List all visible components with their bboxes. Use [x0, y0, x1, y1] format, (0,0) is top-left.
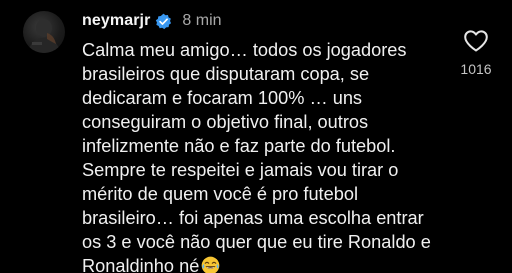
comment-line: conseguiram o objetivo final, outros [82, 112, 369, 132]
comment-text: Calma meu amigo… todos os jogadores bras… [82, 38, 431, 273]
comment: neymarjr 8 min Calma meu amigo… todos os… [0, 0, 512, 273]
comment-line: mérito de quem você é pro futebol [82, 184, 359, 204]
comment-header: neymarjr 8 min [82, 10, 222, 32]
comment-line: infelizmente não e faz parte do futebol. [82, 136, 396, 156]
comment-line: Ronaldinho né [82, 256, 200, 273]
comment-line: Calma meu amigo… todos os jogadores [82, 40, 407, 60]
heart-outline-icon[interactable] [463, 29, 489, 53]
tears-of-joy-emoji-icon [201, 256, 220, 273]
verified-badge-icon [156, 13, 172, 29]
profile-photo-icon [28, 19, 60, 53]
comment-line: brasileiro… foi apenas uma escolha entra… [82, 208, 424, 228]
comment-timestamp: 8 min [182, 12, 222, 29]
comment-line: brasileiros que disputaram copa, se [82, 64, 370, 84]
like-count: 1016 [460, 61, 492, 77]
avatar[interactable] [23, 11, 65, 53]
comment-line: os 3 e você não quer que eu tire Ronaldo… [82, 232, 431, 252]
comment-last-line: Ronaldinho né [82, 254, 417, 273]
username[interactable]: neymarjr [82, 12, 150, 30]
comment-line: Sempre te respeitei e jamais vou tirar o [82, 160, 399, 180]
comment-line: dedicaram e focaram 100% … uns [82, 88, 363, 108]
